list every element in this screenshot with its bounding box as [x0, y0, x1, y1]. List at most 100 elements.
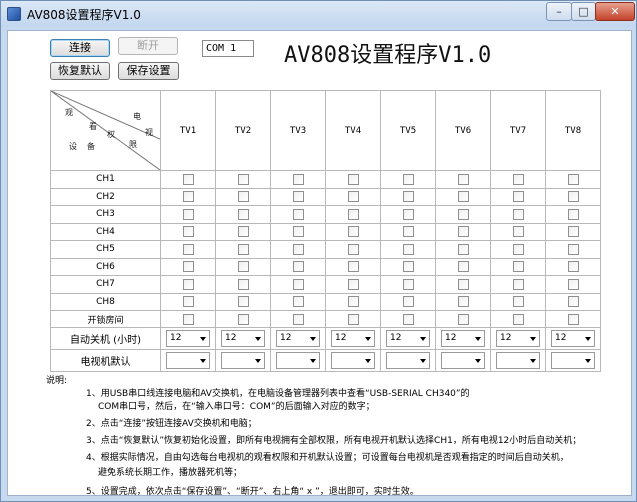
default-channel-select[interactable]	[276, 352, 320, 369]
permission-checkbox[interactable]	[292, 191, 304, 203]
permission-checkbox[interactable]	[457, 313, 469, 325]
permission-checkbox[interactable]	[237, 261, 249, 273]
default-channel-select[interactable]	[551, 352, 595, 369]
row-label: CH6	[50, 257, 161, 276]
permission-checkbox[interactable]	[402, 313, 414, 325]
permission-checkbox[interactable]	[402, 226, 414, 238]
permission-checkbox[interactable]	[512, 261, 524, 273]
default-channel-select[interactable]	[496, 352, 540, 369]
permission-checkbox[interactable]	[292, 313, 304, 325]
permission-checkbox[interactable]	[292, 243, 304, 255]
permission-checkbox[interactable]	[457, 208, 469, 220]
permission-checkbox[interactable]	[347, 226, 359, 238]
connect-button[interactable]: 连接	[50, 39, 110, 57]
permission-checkbox[interactable]	[292, 261, 304, 273]
restore-default-button[interactable]: 恢复默认	[50, 62, 110, 80]
permission-checkbox[interactable]	[182, 261, 194, 273]
channel-row: CH3	[50, 205, 601, 224]
permission-checkbox[interactable]	[347, 296, 359, 308]
auto-off-hours-select[interactable]: 12	[551, 330, 595, 347]
permission-checkbox[interactable]	[457, 226, 469, 238]
auto-off-hours-select[interactable]: 12	[441, 330, 485, 347]
permission-checkbox[interactable]	[512, 313, 524, 325]
permission-checkbox[interactable]	[182, 226, 194, 238]
permission-checkbox[interactable]	[182, 243, 194, 255]
default-channel-select[interactable]	[331, 352, 375, 369]
close-button[interactable]: ✕	[595, 2, 635, 21]
auto-off-hours-select[interactable]: 12	[496, 330, 540, 347]
minimize-button[interactable]: –	[546, 2, 572, 21]
permission-checkbox[interactable]	[457, 243, 469, 255]
permission-checkbox[interactable]	[347, 278, 359, 290]
permission-checkbox[interactable]	[512, 191, 524, 203]
permission-checkbox[interactable]	[457, 191, 469, 203]
permission-checkbox[interactable]	[292, 226, 304, 238]
permission-checkbox[interactable]	[182, 313, 194, 325]
permission-checkbox[interactable]	[512, 173, 524, 185]
default-channel-select[interactable]	[221, 352, 265, 369]
default-channel-select[interactable]	[386, 352, 430, 369]
permission-checkbox[interactable]	[237, 191, 249, 203]
permission-checkbox[interactable]	[512, 296, 524, 308]
permission-checkbox[interactable]	[567, 261, 579, 273]
permission-checkbox[interactable]	[237, 313, 249, 325]
permission-checkbox[interactable]	[182, 278, 194, 290]
default-channel-select[interactable]	[166, 352, 210, 369]
permission-checkbox[interactable]	[237, 296, 249, 308]
permission-checkbox[interactable]	[347, 261, 359, 273]
select-value: 12	[445, 333, 457, 343]
permission-checkbox[interactable]	[457, 261, 469, 273]
permission-checkbox[interactable]	[402, 261, 414, 273]
permission-checkbox[interactable]	[237, 226, 249, 238]
permission-checkbox[interactable]	[182, 208, 194, 220]
com-port-input[interactable]: COM 1	[202, 40, 254, 57]
auto-off-hours-select[interactable]: 12	[331, 330, 375, 347]
permission-checkbox[interactable]	[347, 313, 359, 325]
permission-checkbox[interactable]	[237, 208, 249, 220]
permission-checkbox[interactable]	[292, 208, 304, 220]
auto-off-hours-select[interactable]: 12	[221, 330, 265, 347]
permission-checkbox[interactable]	[402, 243, 414, 255]
permission-checkbox[interactable]	[567, 208, 579, 220]
permission-checkbox[interactable]	[512, 226, 524, 238]
permission-checkbox[interactable]	[182, 191, 194, 203]
auto-off-hours-select[interactable]: 12	[386, 330, 430, 347]
auto-off-hours-select[interactable]: 12	[276, 330, 320, 347]
permission-checkbox[interactable]	[237, 173, 249, 185]
permission-checkbox[interactable]	[457, 173, 469, 185]
permission-checkbox[interactable]	[567, 191, 579, 203]
permission-checkbox[interactable]	[182, 173, 194, 185]
permission-checkbox[interactable]	[567, 278, 579, 290]
permission-checkbox[interactable]	[292, 173, 304, 185]
permission-checkbox[interactable]	[182, 296, 194, 308]
permission-checkbox[interactable]	[292, 296, 304, 308]
permission-checkbox[interactable]	[402, 278, 414, 290]
permission-checkbox[interactable]	[567, 296, 579, 308]
permission-checkbox[interactable]	[347, 173, 359, 185]
checkbox-cell	[490, 205, 546, 224]
save-settings-button[interactable]: 保存设置	[118, 62, 179, 80]
permission-checkbox[interactable]	[512, 243, 524, 255]
permission-checkbox[interactable]	[347, 243, 359, 255]
permission-checkbox[interactable]	[347, 208, 359, 220]
permission-checkbox[interactable]	[567, 243, 579, 255]
default-channel-select[interactable]	[441, 352, 485, 369]
permission-checkbox[interactable]	[402, 173, 414, 185]
permission-checkbox[interactable]	[567, 313, 579, 325]
disconnect-button[interactable]: 断开	[118, 37, 178, 55]
permission-checkbox[interactable]	[512, 278, 524, 290]
maximize-button[interactable]: □	[571, 2, 596, 21]
permission-checkbox[interactable]	[292, 278, 304, 290]
permission-checkbox[interactable]	[347, 191, 359, 203]
permission-checkbox[interactable]	[402, 208, 414, 220]
permission-checkbox[interactable]	[457, 296, 469, 308]
permission-checkbox[interactable]	[402, 296, 414, 308]
permission-checkbox[interactable]	[402, 191, 414, 203]
auto-off-hours-select[interactable]: 12	[166, 330, 210, 347]
permission-checkbox[interactable]	[567, 226, 579, 238]
permission-checkbox[interactable]	[567, 173, 579, 185]
permission-checkbox[interactable]	[237, 278, 249, 290]
permission-checkbox[interactable]	[237, 243, 249, 255]
permission-checkbox[interactable]	[512, 208, 524, 220]
permission-checkbox[interactable]	[457, 278, 469, 290]
